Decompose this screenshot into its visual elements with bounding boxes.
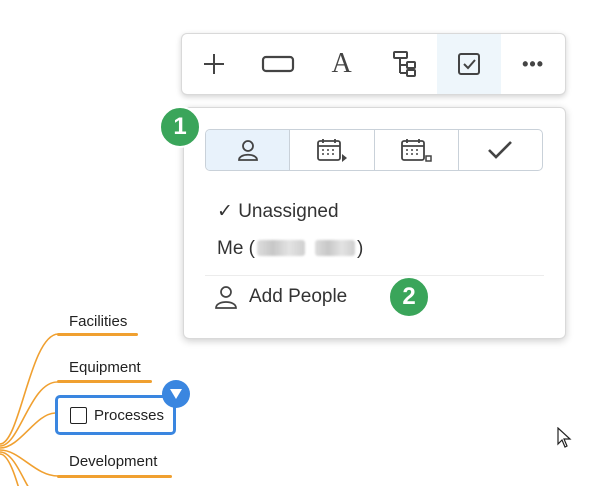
- more-options-button[interactable]: •••: [501, 34, 565, 94]
- step-badge-1: 1: [159, 106, 201, 148]
- tab-assignee[interactable]: [206, 130, 291, 170]
- option-me[interactable]: Me (): [217, 238, 363, 260]
- add-topic-button[interactable]: [182, 34, 246, 94]
- node-facilities[interactable]: Facilities: [69, 313, 127, 330]
- option-unassigned[interactable]: ✓ Unassigned: [217, 200, 339, 223]
- plus-icon: [203, 54, 224, 74]
- shape-button[interactable]: [246, 34, 310, 94]
- person-icon: [215, 286, 237, 309]
- redacted-name: [257, 240, 305, 256]
- task-popup-panel: ✓ Unassigned Me () Add People: [183, 107, 566, 339]
- node-development[interactable]: Development: [69, 453, 157, 470]
- option-me-prefix: Me (: [217, 238, 255, 259]
- node-underline: [57, 333, 138, 336]
- calendar-end-icon: [401, 139, 432, 162]
- node-processes-label: Processes: [94, 406, 165, 424]
- tab-due-date[interactable]: [375, 130, 459, 170]
- rectangle-shape-icon: [261, 55, 294, 73]
- task-button[interactable]: [437, 34, 502, 94]
- option-me-suffix: ): [357, 238, 364, 259]
- task-checkbox-icon: [458, 53, 481, 75]
- checkmark-icon: [488, 141, 513, 159]
- more-options-icon: •••: [522, 53, 544, 74]
- floating-toolbar: A •••: [181, 33, 566, 95]
- caret-down-icon: [170, 389, 182, 399]
- step-badge-2: 2: [388, 276, 430, 318]
- calendar-start-icon: [316, 139, 347, 162]
- node-underline: [57, 475, 172, 478]
- divider: [205, 275, 544, 276]
- text-icon: A: [331, 48, 352, 79]
- task-checkbox[interactable]: [70, 406, 87, 424]
- structure-button[interactable]: [373, 34, 437, 94]
- tab-start-date[interactable]: [290, 130, 375, 170]
- node-underline: [57, 380, 152, 383]
- node-equipment[interactable]: Equipment: [69, 359, 141, 376]
- task-property-tabs: [205, 129, 543, 171]
- person-icon: [237, 140, 258, 161]
- text-style-button[interactable]: A: [310, 34, 374, 94]
- mouse-cursor-icon: [557, 427, 572, 448]
- hierarchy-icon: [393, 51, 417, 77]
- add-people-button[interactable]: Add People: [215, 285, 347, 309]
- node-collapse-toggle[interactable]: [162, 380, 190, 408]
- add-people-label: Add People: [249, 286, 348, 307]
- redacted-name: [315, 240, 355, 256]
- tab-complete[interactable]: [459, 130, 542, 170]
- node-processes-selected[interactable]: Processes: [55, 395, 176, 435]
